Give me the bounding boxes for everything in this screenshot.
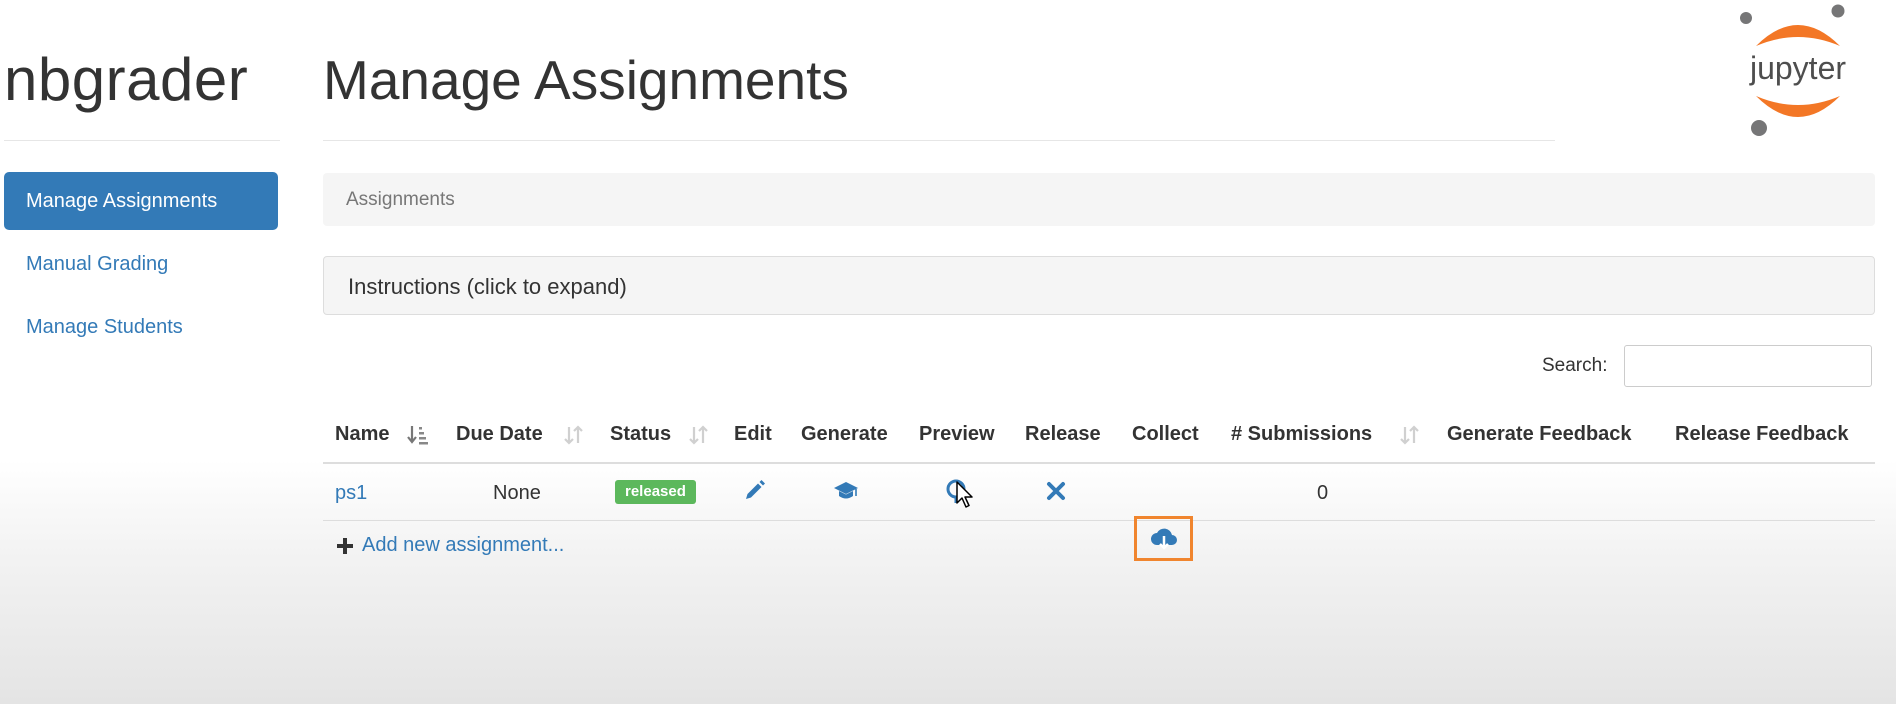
column-header-release-feedback: Release Feedback	[1675, 423, 1849, 445]
logo-arc-top	[1756, 25, 1840, 46]
sidebar-item-manual-grading[interactable]: Manual Grading	[4, 235, 278, 293]
sort-ascending-icon	[407, 426, 428, 445]
instructions-label: Instructions (click to expand)	[348, 274, 627, 299]
add-assignment-label: Add new assignment...	[362, 534, 565, 556]
column-header-label: Status	[610, 423, 672, 445]
column-header-name[interactable]: Name	[335, 423, 428, 446]
column-header-edit: Edit	[734, 423, 772, 445]
logo-text: jupyter	[1749, 50, 1846, 86]
column-header-generate: Generate	[801, 423, 888, 445]
add-assignment-link[interactable]: Add new assignment...	[335, 534, 564, 557]
column-header-generate-feedback: Generate Feedback	[1447, 423, 1632, 445]
pencil-icon[interactable]	[742, 479, 766, 503]
add-assignment-row: Add new assignment...	[323, 521, 1875, 571]
logo-dot-bottom	[1751, 120, 1767, 136]
submissions-count: 0	[1317, 482, 1329, 504]
sort-icon	[689, 425, 708, 445]
column-header-label: # Submissions	[1231, 423, 1373, 445]
column-header-submissions[interactable]: # Submissions	[1231, 423, 1419, 446]
x-icon[interactable]	[1045, 480, 1067, 502]
assignment-name-link[interactable]: ps1	[335, 482, 367, 505]
instructions-panel[interactable]: Instructions (click to expand)	[323, 256, 1875, 315]
breadcrumb: Assignments	[323, 173, 1875, 226]
sidebar-item-manage-assignments[interactable]: Manage Assignments	[4, 172, 278, 230]
column-header-label: Due Date	[456, 423, 543, 445]
page-title: Manage Assignments	[323, 49, 849, 111]
column-header-release: Release	[1025, 423, 1101, 445]
column-header-due-date[interactable]: Due Date	[456, 423, 583, 446]
search-label: Search:	[1542, 355, 1608, 376]
logo-dot-small	[1740, 12, 1752, 24]
mouse-cursor-icon	[956, 481, 973, 508]
table-row: ps1 None released 0	[323, 464, 1875, 561]
column-header-label: Name	[335, 423, 390, 445]
plus-icon	[337, 537, 353, 554]
table-header: Name Due Date Status Edit Generate Previ…	[323, 410, 1875, 464]
sort-icon	[1400, 425, 1419, 445]
status-badge: released	[615, 480, 696, 504]
header-divider	[323, 140, 1555, 141]
column-header-status[interactable]: Status	[610, 423, 708, 446]
sidebar: Manage Assignments Manual Grading Manage…	[4, 172, 278, 361]
logo-dot-top	[1831, 4, 1845, 18]
breadcrumb-item-assignments: Assignments	[346, 189, 455, 210]
graduation-cap-icon[interactable]	[833, 480, 859, 502]
column-header-collect: Collect	[1132, 423, 1199, 445]
sort-icon	[564, 425, 583, 445]
logo-arc-bottom	[1756, 96, 1840, 117]
brand-title: nbgrader	[4, 46, 249, 113]
due-date-value: None	[493, 482, 541, 504]
sidebar-item-manage-students[interactable]: Manage Students	[4, 298, 278, 356]
assignments-table: Name Due Date Status Edit Generate Previ…	[323, 410, 1875, 571]
search-input[interactable]	[1624, 345, 1872, 387]
jupyter-logo: jupyter	[1740, 4, 1846, 136]
sidebar-divider	[4, 140, 280, 141]
column-header-preview: Preview	[919, 423, 995, 445]
